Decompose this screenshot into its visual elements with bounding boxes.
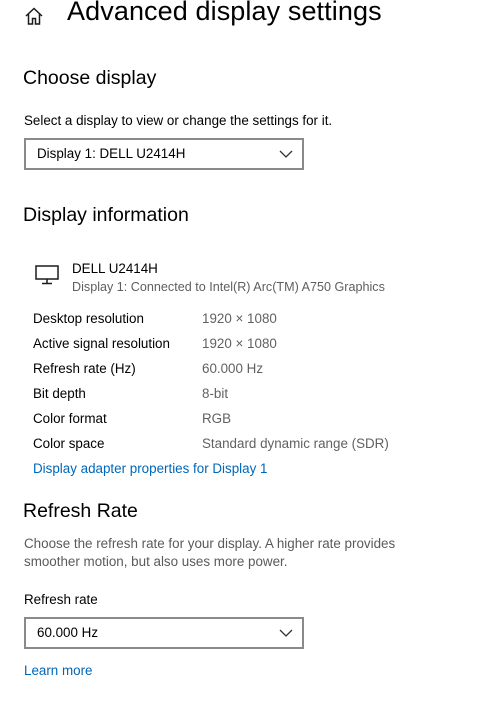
info-value-color-format: RGB <box>202 411 232 426</box>
display-information-heading: Display information <box>23 204 189 226</box>
refresh-rate-dropdown[interactable]: 60.000 Hz <box>24 617 304 649</box>
refresh-rate-heading: Refresh Rate <box>23 500 138 522</box>
chevron-down-icon <box>279 150 293 158</box>
info-label-active-signal-resolution: Active signal resolution <box>33 336 170 351</box>
refresh-rate-field-label: Refresh rate <box>24 592 98 607</box>
home-icon[interactable] <box>24 6 44 26</box>
advanced-display-settings-page: Advanced display settings Choose display… <box>0 0 484 706</box>
display-name: DELL U2414H <box>72 261 158 276</box>
page-header: Advanced display settings <box>0 0 484 40</box>
learn-more-link[interactable]: Learn more <box>24 663 92 678</box>
choose-display-heading: Choose display <box>23 67 157 89</box>
choose-display-description: Select a display to view or change the s… <box>24 113 333 128</box>
info-label-bit-depth: Bit depth <box>33 386 86 401</box>
info-label-refresh-rate: Refresh rate (Hz) <box>33 361 136 376</box>
info-label-desktop-resolution: Desktop resolution <box>33 311 144 326</box>
info-value-refresh-rate: 60.000 Hz <box>202 361 264 376</box>
info-label-color-space: Color space <box>33 436 105 451</box>
display-connection-info: Display 1: Connected to Intel(R) Arc(TM)… <box>72 280 385 294</box>
info-value-desktop-resolution: 1920 × 1080 <box>202 311 277 326</box>
chevron-down-icon <box>279 629 293 637</box>
display-adapter-properties-link[interactable]: Display adapter properties for Display 1 <box>33 461 267 476</box>
info-label-color-format: Color format <box>33 411 107 426</box>
info-value-color-space: Standard dynamic range (SDR) <box>202 436 389 451</box>
refresh-rate-select-value: 60.000 Hz <box>37 625 99 640</box>
refresh-rate-description: Choose the refresh rate for your display… <box>24 536 396 569</box>
display-select-dropdown[interactable]: Display 1: DELL U2414H <box>24 138 304 170</box>
display-select-value: Display 1: DELL U2414H <box>37 146 186 161</box>
info-value-bit-depth: 8-bit <box>202 386 229 401</box>
info-value-active-signal-resolution: 1920 × 1080 <box>202 336 277 351</box>
page-title: Advanced display settings <box>67 0 382 26</box>
monitor-icon <box>35 265 59 285</box>
